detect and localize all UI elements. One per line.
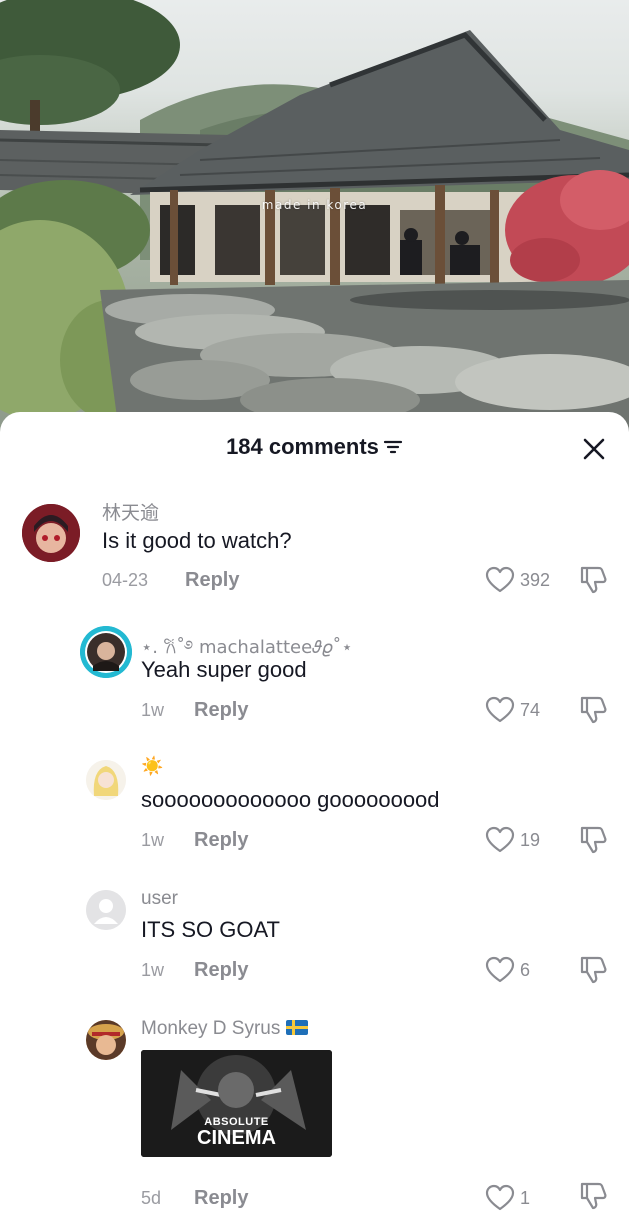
comment-date: 04-23 bbox=[102, 570, 149, 590]
comment-count-label: 184 comments bbox=[226, 434, 379, 459]
comment-username-text: Monkey D Syrus bbox=[141, 1018, 281, 1039]
comment-date: 5d bbox=[141, 1188, 162, 1208]
avatar[interactable] bbox=[80, 626, 132, 678]
reply-comment-item: user ITS SO GOAT 1w Reply 6 bbox=[0, 882, 629, 1002]
comment-username[interactable]: 林天逾 bbox=[102, 498, 159, 525]
reply-button[interactable]: Reply bbox=[185, 569, 239, 592]
close-icon[interactable] bbox=[580, 435, 608, 463]
reply-comment-item: ☀️ sooooooooooooo gooooooood 1w Reply 19 bbox=[0, 752, 629, 872]
video-watermark: made in korea bbox=[261, 198, 368, 212]
like-count: 19 bbox=[520, 830, 541, 850]
comment-username[interactable]: user bbox=[141, 888, 178, 910]
dislike-icon[interactable] bbox=[578, 564, 608, 596]
like-count: 74 bbox=[520, 700, 541, 720]
sticker-text-bottom: CINEMA bbox=[197, 1127, 276, 1149]
comment-username[interactable]: Monkey D Syrus bbox=[141, 1018, 309, 1040]
comment-text: Yeah super good bbox=[141, 657, 307, 682]
dislike-icon[interactable] bbox=[578, 694, 608, 726]
avatar-image bbox=[86, 760, 126, 800]
like-count: 1 bbox=[520, 1188, 531, 1208]
sweden-flag-icon bbox=[286, 1020, 309, 1035]
reply-button[interactable]: Reply bbox=[194, 829, 248, 852]
dislike-icon[interactable] bbox=[578, 1180, 608, 1212]
avatar[interactable] bbox=[86, 760, 126, 800]
comment-date: 1w bbox=[141, 830, 165, 850]
avatar-image bbox=[22, 504, 80, 562]
avatar[interactable] bbox=[86, 1020, 126, 1060]
comment-date: 1w bbox=[141, 960, 165, 980]
gif-sticker[interactable]: ABSOLUTE CINEMA bbox=[141, 1050, 332, 1157]
heart-icon[interactable] bbox=[485, 956, 515, 984]
comment-item: 林天逾 Is it good to watch? 04-23 Reply 392 bbox=[0, 492, 629, 612]
like-count: 392 bbox=[520, 570, 551, 590]
video-player[interactable]: made in korea bbox=[0, 0, 629, 440]
comment-text: Is it good to watch? bbox=[102, 528, 292, 553]
avatar[interactable] bbox=[22, 504, 80, 562]
comment-text: ITS SO GOAT bbox=[141, 917, 280, 942]
reply-comment-item: Monkey D Syrus ABSOLUTE CINEMA 5d Reply … bbox=[0, 1012, 629, 1212]
sort-filter-icon[interactable] bbox=[383, 439, 403, 455]
heart-icon[interactable] bbox=[485, 696, 515, 724]
dislike-icon[interactable] bbox=[578, 954, 608, 986]
heart-icon[interactable] bbox=[485, 826, 515, 854]
default-avatar-icon[interactable] bbox=[86, 890, 126, 930]
comment-username[interactable]: ☀️ bbox=[141, 756, 163, 777]
reply-button[interactable]: Reply bbox=[194, 1187, 248, 1210]
comment-text: sooooooooooooo gooooooood bbox=[141, 787, 440, 812]
like-count: 6 bbox=[520, 960, 531, 980]
avatar-image bbox=[86, 1020, 126, 1060]
heart-icon[interactable] bbox=[485, 566, 515, 594]
video-frame bbox=[0, 0, 629, 440]
comments-title: 184 comments bbox=[0, 434, 629, 460]
reply-button[interactable]: Reply bbox=[194, 959, 248, 982]
avatar-image bbox=[80, 626, 132, 678]
comments-sheet: 184 comments 林天逾 Is it good to watch? 04… bbox=[0, 412, 629, 1212]
heart-icon[interactable] bbox=[485, 1184, 515, 1212]
dislike-icon[interactable] bbox=[578, 824, 608, 856]
comment-date: 1w bbox=[141, 700, 165, 720]
reply-comment-item: ⋆. 𐙚˚࿔ machalattee𝜗𝜚˚⋆ Yeah super good 1… bbox=[0, 622, 629, 742]
reply-button[interactable]: Reply bbox=[194, 699, 248, 722]
comments-header: 184 comments bbox=[0, 412, 629, 482]
